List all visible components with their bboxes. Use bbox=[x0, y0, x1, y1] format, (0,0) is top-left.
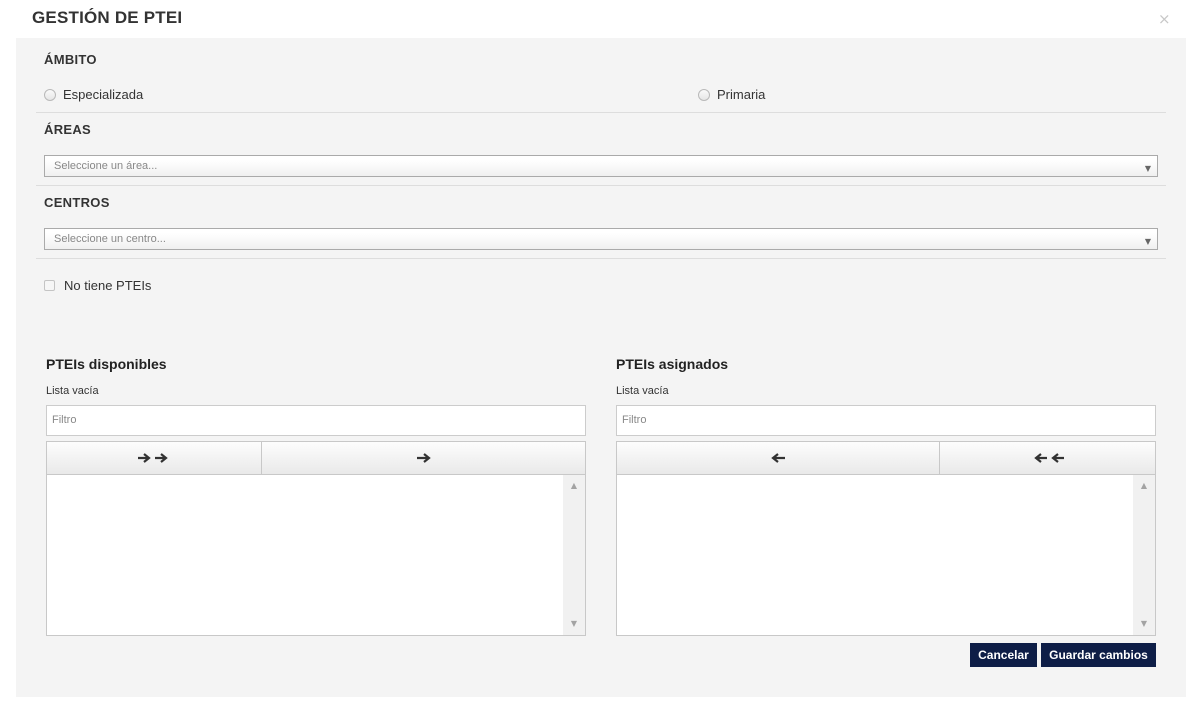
move-all-left-button[interactable] bbox=[940, 441, 1156, 475]
divider bbox=[36, 185, 1166, 186]
areas-select-placeholder: Seleccione un área... bbox=[54, 160, 158, 172]
no-ptei-checkbox-row[interactable]: No tiene PTEIs bbox=[44, 278, 151, 293]
modal-body: ÁMBITO Especializada Primaria ÁREAS Sele… bbox=[16, 38, 1186, 697]
arrow-right-icon bbox=[416, 453, 431, 463]
available-title: PTEIs disponibles bbox=[46, 356, 167, 372]
scroll-down-icon[interactable]: ▼ bbox=[563, 616, 585, 632]
assigned-move-buttons bbox=[616, 441, 1156, 475]
radio-primaria[interactable]: Primaria bbox=[698, 87, 765, 102]
assigned-ptei-panel: PTEIs asignados Lista vacía Filtro ▲ ▼ bbox=[616, 356, 1156, 636]
available-move-buttons bbox=[46, 441, 586, 475]
scrollbar[interactable]: ▲ ▼ bbox=[563, 475, 585, 635]
chevron-down-icon: ▼ bbox=[1144, 237, 1151, 246]
scroll-up-icon[interactable]: ▲ bbox=[1133, 478, 1155, 494]
move-selected-left-button[interactable] bbox=[616, 441, 940, 475]
move-all-right-button[interactable] bbox=[46, 441, 262, 475]
centros-select[interactable]: Seleccione un centro... ▼ bbox=[44, 228, 1158, 250]
assigned-info: Lista vacía bbox=[616, 385, 669, 397]
close-icon[interactable]: × bbox=[1158, 10, 1171, 28]
assigned-listbox[interactable]: ▲ ▼ bbox=[616, 475, 1156, 636]
modal-title: GESTIÓN DE PTEI bbox=[32, 8, 183, 27]
save-changes-button[interactable]: Guardar cambios bbox=[1041, 643, 1156, 667]
double-arrow-left-icon bbox=[1033, 453, 1064, 463]
available-filter-placeholder: Filtro bbox=[52, 414, 77, 426]
ambito-label: ÁMBITO bbox=[44, 52, 97, 67]
cancel-button[interactable]: Cancelar bbox=[970, 643, 1037, 667]
areas-label: ÁREAS bbox=[44, 122, 92, 137]
scroll-up-icon[interactable]: ▲ bbox=[563, 478, 585, 494]
arrow-left-icon bbox=[771, 453, 785, 463]
radio-especializada-label: Especializada bbox=[63, 87, 144, 102]
available-filter-input[interactable]: Filtro bbox=[46, 405, 586, 436]
divider bbox=[36, 112, 1166, 113]
radio-primaria-label: Primaria bbox=[717, 87, 766, 102]
radio-especializada[interactable]: Especializada bbox=[44, 87, 143, 102]
available-ptei-panel: PTEIs disponibles Lista vacía Filtro ▲ ▼ bbox=[46, 356, 586, 636]
assigned-title: PTEIs asignados bbox=[616, 356, 729, 372]
scroll-down-icon[interactable]: ▼ bbox=[1133, 616, 1155, 632]
assigned-filter-placeholder: Filtro bbox=[622, 414, 647, 426]
available-listbox[interactable]: ▲ ▼ bbox=[46, 475, 586, 636]
radio-circle-icon[interactable] bbox=[698, 88, 710, 101]
double-arrow-right-icon bbox=[138, 453, 168, 463]
centros-select-placeholder: Seleccione un centro... bbox=[54, 233, 166, 245]
centros-label: CENTROS bbox=[44, 195, 110, 210]
move-selected-right-button[interactable] bbox=[262, 441, 586, 475]
chevron-down-icon: ▼ bbox=[1144, 164, 1151, 173]
areas-select[interactable]: Seleccione un área... ▼ bbox=[44, 155, 1158, 177]
scrollbar[interactable]: ▲ ▼ bbox=[1133, 475, 1155, 635]
radio-circle-icon[interactable] bbox=[44, 88, 56, 101]
no-ptei-checkbox[interactable] bbox=[44, 280, 55, 291]
assigned-filter-input[interactable]: Filtro bbox=[616, 405, 1156, 436]
available-info: Lista vacía bbox=[46, 385, 99, 397]
divider bbox=[36, 258, 1166, 259]
no-ptei-label: No tiene PTEIs bbox=[64, 278, 152, 293]
